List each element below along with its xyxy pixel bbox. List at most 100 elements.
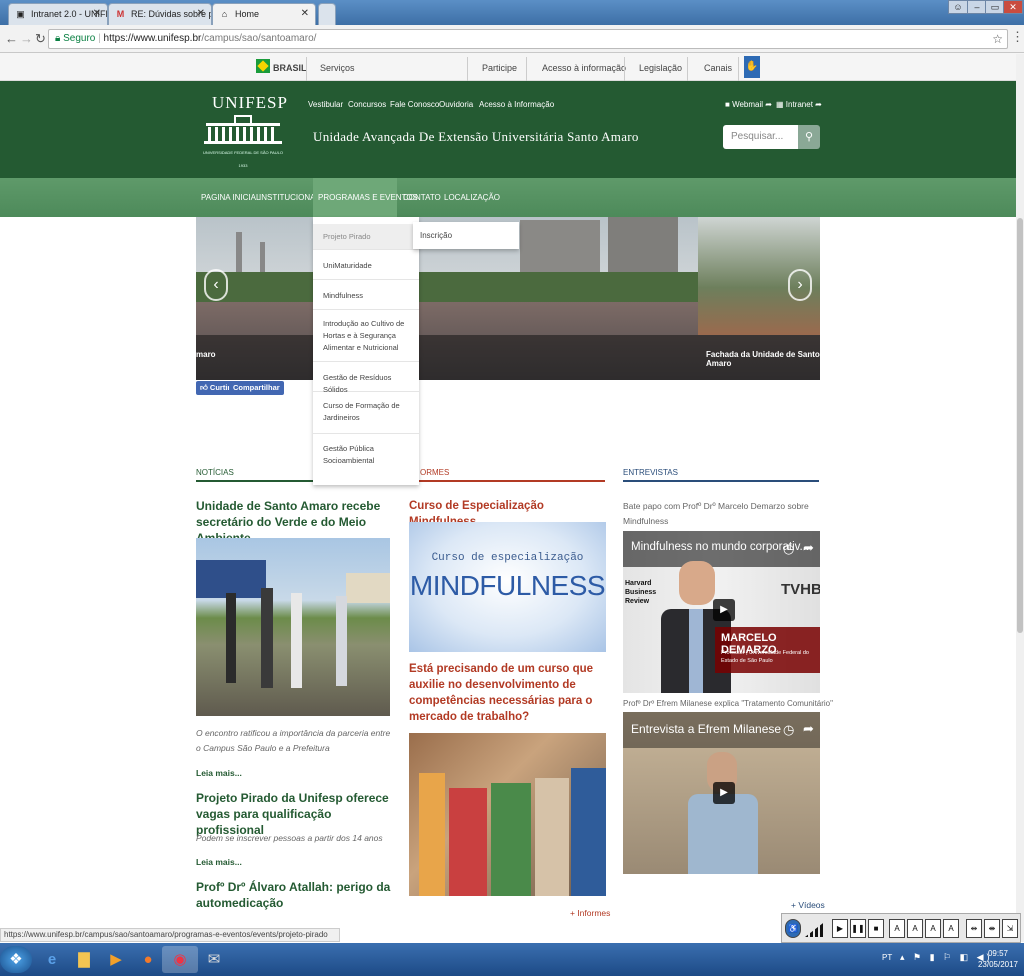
entrevistas-heading-label: ENTREVISTAS — [623, 468, 678, 477]
slider-next-button[interactable]: › — [788, 269, 812, 301]
submenu-inscricao[interactable]: Inscrição — [413, 222, 519, 249]
accessibility-icon[interactable]: ♿ — [785, 919, 801, 938]
play-icon[interactable]: ▶ — [832, 919, 848, 938]
browser-tab-home[interactable]: ⌂ Home ✕ — [212, 3, 316, 25]
search-button[interactable]: ⚲ — [798, 125, 820, 149]
new-tab-button[interactable] — [318, 3, 336, 25]
clock-time: 09:57 — [987, 949, 1008, 958]
folder-icon[interactable]: ▇ — [66, 946, 102, 973]
main-menu: PAGINA INICIAL INSTITUCIONAL PROGRAMAS E… — [0, 178, 1024, 217]
banner-title: MINDFULNESS — [409, 570, 606, 601]
font-style-icon[interactable]: A — [943, 919, 959, 938]
slider-prev-button[interactable]: ‹ — [204, 269, 228, 301]
more-informes-link[interactable]: + Informes — [570, 906, 610, 921]
webmail-link[interactable]: ■ Webmail ➦ — [725, 100, 772, 109]
dropdown-item-projeto-pirado[interactable]: Projeto Pirado — [313, 224, 419, 250]
dropdown-item-unimaturidade[interactable]: UniMaturidade — [313, 250, 419, 280]
legislacao-link[interactable]: Legislação — [639, 63, 682, 73]
close-icon[interactable]: ✕ — [93, 8, 101, 19]
minimize-icon[interactable]: – — [967, 0, 987, 14]
thunderbird-icon[interactable]: ✉ — [196, 946, 232, 973]
participe-link[interactable]: Participe — [482, 63, 517, 73]
news-title[interactable]: Profº Drº Álvaro Atallah: perigo da auto… — [196, 879, 392, 911]
dropdown-item-jardineiros[interactable]: Curso de Formação de Jardineiros — [313, 392, 419, 434]
dropdown-item-mindfulness[interactable]: Mindfulness — [313, 280, 419, 310]
brasil-link[interactable]: BRASIL — [273, 63, 307, 73]
star-icon[interactable]: ☆ — [992, 32, 1003, 46]
gmail-icon: M — [116, 9, 125, 19]
media-player-icon[interactable]: ▶ — [98, 946, 134, 973]
accessibility-hand-icon[interactable]: ✋ — [744, 56, 760, 78]
servicos-link[interactable]: Serviços — [320, 63, 355, 73]
dropdown-item-residuos-solidos[interactable]: Gestão de Resíduos Sólidos — [313, 362, 419, 394]
programas-dropdown: Projeto Pirado UniMaturidade Mindfulness… — [313, 217, 419, 485]
menu-contato[interactable]: CONTATO — [403, 193, 441, 202]
share-label: Compartilhar — [233, 383, 280, 392]
search-icon: ⚲ — [804, 131, 814, 143]
menu-institucional[interactable]: INSTITUCIONAL — [259, 193, 320, 202]
close-icon[interactable]: ✕ — [301, 8, 309, 19]
video-player-mindfulness[interactable]: Mindfulness no mundo corporativ... ◷ ➦ H… — [623, 531, 820, 693]
browser-tab-gmail[interactable]: M RE: Dúvidas sobre proce ✕ — [108, 3, 212, 25]
read-more-link[interactable]: Leia mais... — [196, 857, 242, 867]
reload-icon[interactable]: ↻ — [35, 31, 46, 47]
read-more-link[interactable]: Leia mais... — [196, 768, 242, 778]
font-decrease-icon[interactable]: A — [907, 919, 923, 938]
stop-icon[interactable]: ■ — [868, 919, 884, 938]
clock-icon[interactable]: ◷ — [783, 722, 794, 738]
fale-conosco-link[interactable]: Fale Conosco — [390, 100, 439, 109]
clock-icon[interactable]: ◷ — [783, 541, 794, 557]
internet-explorer-icon[interactable]: e — [34, 946, 70, 973]
ouvidoria-link[interactable]: Ouvidoria — [439, 100, 473, 109]
font-increase-icon[interactable]: A — [889, 919, 905, 938]
news-photo[interactable] — [196, 538, 390, 716]
close-icon[interactable]: ✕ — [197, 8, 205, 19]
url-path: /campus/sao/santoamaro/ — [201, 33, 317, 44]
forward-arrow-icon[interactable]: → — [20, 31, 33, 46]
system-clock[interactable]: 09:57 23/05/2017 — [978, 948, 1018, 970]
facebook-share-button[interactable]: Compartilhar — [229, 381, 284, 395]
intranet-label: Intranet — [785, 100, 813, 109]
start-button[interactable]: ❖ — [0, 946, 32, 973]
play-button[interactable]: ▶ — [713, 782, 735, 804]
canais-link[interactable]: Canais — [704, 63, 732, 73]
back-arrow-icon[interactable]: ← — [5, 31, 18, 46]
informe-title[interactable]: Está precisando de um curso que auxilie … — [409, 661, 607, 725]
contrast-icon[interactable]: ⇹ — [966, 919, 982, 938]
scrollbar-thumb[interactable] — [1017, 218, 1023, 633]
acesso-informacao-link[interactable]: Acesso à informação — [542, 63, 626, 73]
search-input[interactable]: Pesquisar... — [723, 125, 798, 149]
signal-icon[interactable] — [805, 920, 827, 937]
vestibular-link[interactable]: Vestibular — [308, 100, 343, 109]
url-input[interactable]: 🔒︎ Seguro | https://www.unifesp.br/campu… — [48, 29, 1008, 49]
share-icon[interactable]: ➦ — [803, 540, 814, 556]
share-icon[interactable]: ➦ — [803, 721, 814, 737]
intranet-link[interactable]: ▦ Intranet ➦ — [776, 100, 822, 109]
firefox-icon[interactable]: ● — [130, 946, 166, 973]
maximize-icon[interactable]: ▭ — [985, 0, 1005, 14]
close-window-icon[interactable]: ✕ — [1003, 0, 1023, 14]
chrome-icon[interactable]: ◉ — [162, 946, 198, 973]
students-photo[interactable] — [409, 733, 606, 896]
menu-localizacao[interactable]: LOCALIZAÇÃO — [444, 193, 500, 202]
more-videos-link[interactable]: + Vídeos — [791, 898, 825, 913]
interview-caption: Profº Drº Efrem Milanese explica "Tratam… — [623, 699, 833, 708]
concursos-link[interactable]: Concursos — [348, 100, 386, 109]
dropdown-item-gestao-publica[interactable]: Gestão Pública Socioambiental — [313, 434, 419, 478]
menu-pagina-inicial[interactable]: PAGINA INICIAL — [201, 193, 260, 202]
user-icon[interactable]: ☺ — [948, 0, 968, 14]
reset-icon[interactable]: ⇲ — [1002, 919, 1018, 938]
mindfulness-banner[interactable]: Curso de especialização MINDFULNESS — [409, 522, 606, 652]
pause-icon[interactable]: ❚❚ — [850, 919, 866, 938]
play-button[interactable]: ▶ — [713, 599, 735, 621]
spacing-icon[interactable]: ⇼ — [984, 919, 1000, 938]
browser-tab-intranet[interactable]: ▣ Intranet 2.0 - UNIFESP ✕ — [8, 3, 108, 25]
menu-kebab-icon[interactable]: ⋮ — [1011, 29, 1024, 45]
acesso-informacao-top-link[interactable]: Acesso à Informação — [479, 100, 554, 109]
unifesp-logo[interactable]: UNIFESP UNIVERSIDADE FEDERAL DE SÃO PAUL… — [200, 91, 287, 171]
font-reset-icon[interactable]: A — [925, 919, 941, 938]
dropdown-item-cultivo-hortas[interactable]: Introdução ao Cultivo de Hortas e à Segu… — [313, 310, 419, 362]
video-player-efrem[interactable]: Entrevista a Efrem Milanese ◷ ➦ ▶ — [623, 712, 820, 874]
language-indicator[interactable]: PT — [882, 953, 892, 962]
slide-caption: Fachada da Unidade de Santo Amaro — [706, 350, 820, 368]
